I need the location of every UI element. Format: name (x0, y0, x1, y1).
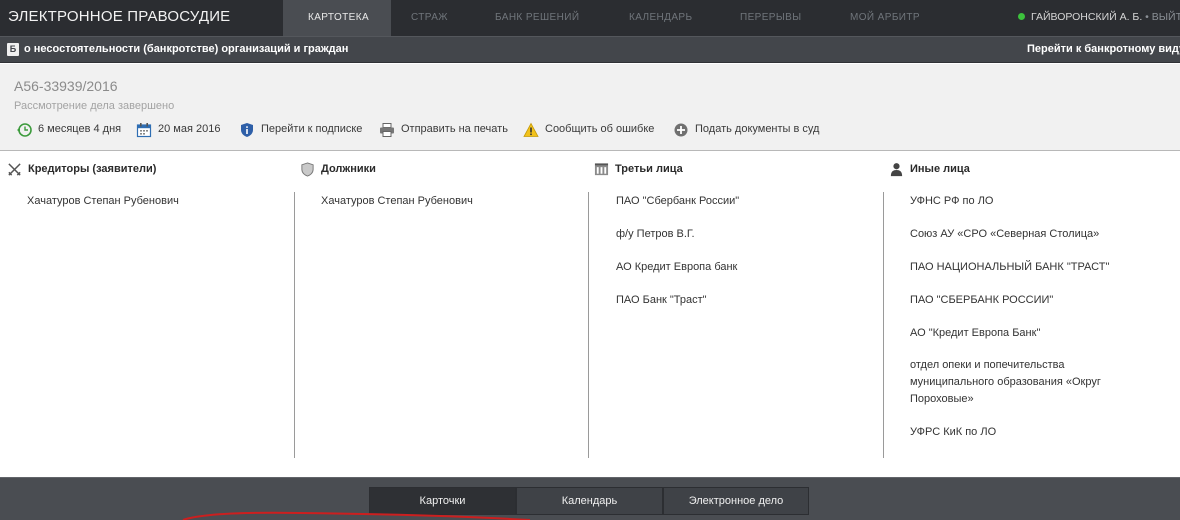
printer-icon (380, 123, 394, 137)
calendar-icon (136, 123, 152, 138)
building-icon (594, 163, 609, 176)
subscribe-label: Перейти к подписке (261, 123, 363, 135)
other-party-item[interactable]: УФРС КиК по ЛО (910, 424, 996, 441)
person-icon (890, 163, 903, 177)
other-party-item-line[interactable]: муниципального образования «Округ (910, 374, 1101, 391)
case-header: А56-33939/2016 Рассмотрение дела заверше… (0, 64, 1180, 151)
other-party-item-line[interactable]: Пороховые» (910, 391, 974, 408)
submit-documents-label: Подать документы в суд (695, 123, 820, 135)
user-panel: ГАЙВОРОНСКИЙ А. Б. • ВЫЙТИ (1018, 11, 1180, 23)
other-party-item[interactable]: АО "Кредит Европа Банк" (910, 325, 1040, 342)
column-title-creditors: Кредиторы (заявители) (28, 163, 157, 175)
third-party-item[interactable]: ПАО Банк "Траст" (616, 292, 707, 309)
third-party-item[interactable]: ПАО "Сбербанк России" (616, 193, 739, 210)
user-name[interactable]: ГАЙВОРОНСКИЙ А. Б. (1031, 11, 1142, 23)
case-number: А56-33939/2016 (14, 78, 118, 94)
print-label: Отправить на печать (401, 123, 508, 135)
case-category-bar: Б о несостоятельности (банкротстве) орга… (0, 36, 1180, 63)
top-navigation: ЭЛЕКТРОННОЕ ПРАВОСУДИЕ КАРТОТЕКА СТРАЖ Б… (0, 0, 1180, 36)
column-divider (294, 192, 295, 458)
column-title-debtors: Должники (321, 163, 376, 175)
nav-tab-pereryvy[interactable]: ПЕРЕРЫВЫ (740, 12, 801, 23)
nav-tab-calendar[interactable]: КАЛЕНДАРЬ (629, 12, 692, 23)
plus-circle-icon (674, 123, 688, 137)
case-category-title: о несостоятельности (банкротстве) органи… (24, 43, 349, 55)
site-brand[interactable]: ЭЛЕКТРОННОЕ ПРАВОСУДИЕ (8, 8, 230, 25)
column-title-third-parties: Третьи лица (615, 163, 683, 175)
third-party-item[interactable]: АО Кредит Европа банк (616, 259, 737, 276)
creditor-item[interactable]: Хачатуров Степан Рубенович (27, 193, 179, 210)
column-divider (588, 192, 589, 458)
nav-tab-bank-resheniy[interactable]: БАНК РЕШЕНИЙ (495, 12, 579, 23)
red-annotation-mark (182, 511, 531, 520)
warning-icon (523, 122, 539, 137)
bankruptcy-icon: Б (7, 43, 19, 56)
clock-back-icon (17, 123, 32, 137)
case-date-label: 20 мая 2016 (158, 123, 221, 135)
crossed-swords-icon (8, 163, 21, 176)
debtor-item[interactable]: Хачатуров Степан Рубенович (321, 193, 473, 210)
report-error-label: Сообщить об ошибке (545, 123, 655, 135)
case-status: Рассмотрение дела завершено (14, 100, 175, 112)
third-party-item[interactable]: ф/у Петров В.Г. (616, 226, 695, 243)
logout-link[interactable]: • ВЫЙТИ (1142, 11, 1180, 23)
other-party-item-line[interactable]: отдел опеки и попечительства (910, 357, 1064, 374)
online-status-icon (1018, 13, 1025, 20)
other-party-item[interactable]: ПАО НАЦИОНАЛЬНЫЙ БАНК "ТРАСТ" (910, 259, 1109, 276)
other-party-item[interactable]: ПАО "СБЕРБАНК РОССИИ" (910, 292, 1053, 309)
nav-tab-moy-arbitr[interactable]: МОЙ АРБИТР (850, 12, 920, 23)
shield-icon (301, 162, 314, 177)
nav-tab-strazh[interactable]: СТРАЖ (411, 12, 448, 23)
column-title-other-parties: Иные лица (910, 163, 970, 175)
other-party-item[interactable]: УФНС РФ по ЛО (910, 193, 993, 210)
nav-tab-kartoteka[interactable]: КАРТОТЕКА (308, 12, 369, 23)
shield-info-icon (241, 123, 253, 137)
case-duration-label: 6 месяцев 4 дня (38, 123, 122, 135)
column-divider (883, 192, 884, 458)
bankruptcy-view-link[interactable]: Перейти к банкротному виду (1027, 43, 1180, 55)
other-party-item[interactable]: Союз АУ «СРО «Северная Столица» (910, 226, 1099, 243)
